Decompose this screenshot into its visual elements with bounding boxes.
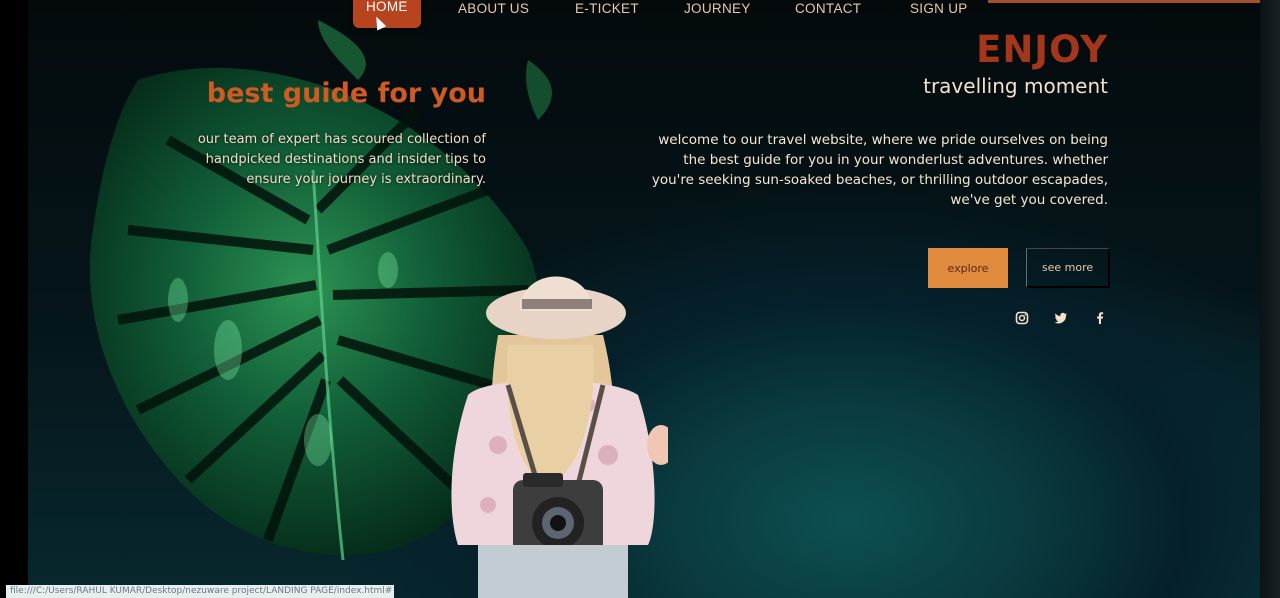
facebook-icon[interactable] <box>1093 311 1107 325</box>
hero-title: ENJOY <box>976 28 1108 71</box>
hero-tagline: travelling moment <box>923 74 1108 98</box>
screen-bezel-right <box>1258 0 1280 598</box>
left-heading: best guide for you <box>206 78 486 109</box>
left-paragraph: our team of expert has scoured collectio… <box>197 132 486 187</box>
see-more-button[interactable]: see more <box>1026 248 1110 288</box>
explore-button[interactable]: explore <box>928 248 1008 288</box>
nav-sign-up[interactable]: SIGN UP <box>910 0 968 28</box>
screen-bezel-left <box>0 0 30 598</box>
nav-home[interactable]: HOME <box>353 0 421 28</box>
instagram-icon[interactable] <box>1015 311 1029 325</box>
nav-contact[interactable]: CONTACT <box>795 0 861 28</box>
status-bar-url: file:///C:/Users/RAHUL KUMAR/Desktop/nez… <box>6 585 394 598</box>
nav-about-us[interactable]: ABOUT US <box>458 0 529 28</box>
browser-viewport: HOME ABOUT US E-TICKET JOURNEY CONTACT S… <box>28 0 1260 598</box>
twitter-icon[interactable] <box>1054 311 1068 325</box>
main-nav: HOME ABOUT US E-TICKET JOURNEY CONTACT S… <box>28 0 1260 30</box>
nav-e-ticket[interactable]: E-TICKET <box>575 0 639 28</box>
nav-journey[interactable]: JOURNEY <box>684 0 751 28</box>
traveler-photo <box>428 255 675 598</box>
welcome-paragraph: welcome to our travel website, where we … <box>651 132 1108 208</box>
